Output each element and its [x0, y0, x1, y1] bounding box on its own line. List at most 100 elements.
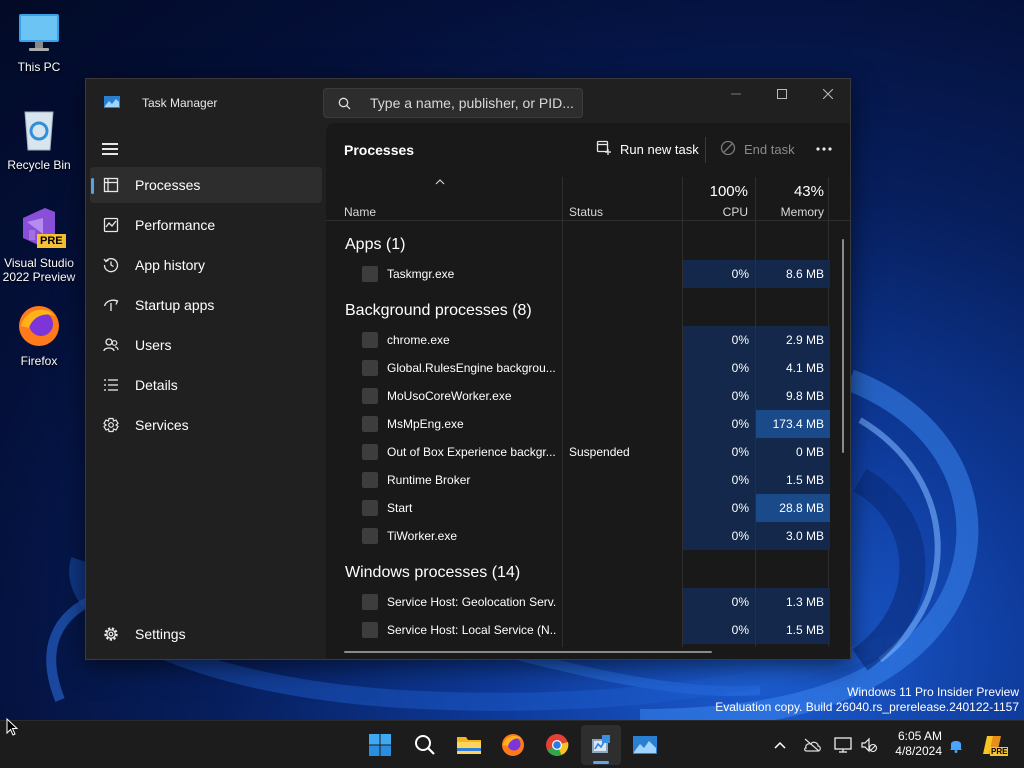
- sidebar-item-details[interactable]: Details: [90, 367, 322, 403]
- table-row[interactable]: Service Host: Local Service (N... 0% 1.5…: [326, 616, 830, 644]
- maximize-icon: [777, 89, 787, 99]
- cpu-cell: 0%: [683, 522, 755, 550]
- process-icon: [362, 500, 378, 516]
- start-button[interactable]: [360, 725, 400, 765]
- memory-value: 2.9 MB: [785, 333, 824, 347]
- column-header-cpu[interactable]: CPU: [723, 205, 748, 219]
- hamburger-menu-icon[interactable]: [102, 143, 118, 155]
- show-hidden-icons-button[interactable]: [770, 721, 790, 768]
- remote-desktop-taskbar-button[interactable]: [625, 725, 665, 765]
- memory-value: 4.1 MB: [785, 361, 824, 375]
- sidebar-item-settings[interactable]: Settings: [90, 616, 322, 652]
- group-title-windows[interactable]: Windows processes (14): [345, 564, 520, 582]
- group-title-background[interactable]: Background processes (8): [345, 302, 532, 320]
- search-input[interactable]: [370, 94, 575, 112]
- table-row[interactable]: Out of Box Experience backgr... Suspende…: [326, 438, 830, 466]
- group-title-apps[interactable]: Apps (1): [345, 236, 405, 254]
- pre-badge: PRE: [990, 747, 1009, 756]
- taskbar-clock[interactable]: 6:05 AM 4/8/2024: [886, 729, 942, 759]
- sidebar-item-processes[interactable]: Processes: [90, 167, 322, 203]
- minimize-icon: [731, 93, 741, 95]
- task-manager-window: Task Manager Processes Performance App h…: [85, 78, 851, 660]
- sidebar-item-label: Users: [135, 337, 172, 353]
- watermark-line1: Windows 11 Pro Insider Preview: [847, 685, 1019, 699]
- volume-muted-icon: [861, 737, 878, 753]
- table-row[interactable]: Global.RulesEngine backgrou... 0% 4.1 MB: [326, 354, 830, 382]
- table-row[interactable]: Start 0% 28.8 MB: [326, 494, 830, 522]
- run-new-task-button[interactable]: Run new task: [596, 137, 699, 161]
- cloud-offline-icon: [804, 738, 821, 752]
- desktop-icon-visual-studio[interactable]: PRE Visual Studio 2022 Preview: [0, 204, 78, 284]
- search-box[interactable]: [323, 88, 583, 118]
- close-icon: [823, 89, 833, 99]
- table-row[interactable]: MoUsoCoreWorker.exe 0% 9.8 MB: [326, 382, 830, 410]
- remote-desktop-icon: [633, 736, 657, 754]
- cpu-value: 0%: [731, 333, 749, 347]
- table-row[interactable]: Runtime Broker 0% 1.5 MB: [326, 466, 830, 494]
- network-tray-button[interactable]: [832, 721, 854, 768]
- search-icon: [338, 97, 351, 110]
- desktop-icon-this-pc[interactable]: This PC: [0, 8, 78, 74]
- services-icon: [103, 417, 119, 433]
- memory-value: 9.8 MB: [785, 389, 824, 403]
- minimize-button[interactable]: [713, 79, 759, 109]
- sidebar-item-users[interactable]: Users: [90, 327, 322, 363]
- taskbar: 6:05 AM 4/8/2024 PRE: [0, 720, 1024, 768]
- cpu-value: 0%: [731, 267, 749, 281]
- maximize-button[interactable]: [759, 79, 805, 109]
- cpu-cell: 0%: [683, 616, 755, 644]
- processes-panel: Processes Run new task End task Name Sta…: [326, 123, 850, 659]
- table-row[interactable]: chrome.exe 0% 2.9 MB: [326, 326, 830, 354]
- process-name: chrome.exe: [387, 333, 450, 347]
- notifications-button[interactable]: [946, 721, 966, 768]
- end-task-icon: [720, 140, 736, 156]
- process-name: MsMpEng.exe: [387, 417, 464, 431]
- more-options-icon[interactable]: [810, 141, 838, 157]
- cpu-cell: 0%: [683, 494, 755, 522]
- desktop-icon-firefox[interactable]: Firefox: [0, 302, 78, 368]
- memory-value: 173.4 MB: [772, 417, 824, 431]
- memory-cell: 0 MB: [756, 438, 830, 466]
- chrome-taskbar-button[interactable]: [537, 725, 577, 765]
- desktop-icon-label: This PC: [17, 60, 61, 74]
- cpu-cell: 0%: [683, 410, 755, 438]
- column-header-status[interactable]: Status: [569, 205, 603, 219]
- taskbar-search-button[interactable]: [405, 725, 445, 765]
- column-header-name[interactable]: Name: [344, 205, 376, 219]
- horizontal-scrollbar[interactable]: [344, 651, 712, 653]
- table-row[interactable]: MsMpEng.exe 0% 173.4 MB: [326, 410, 830, 438]
- sidebar-item-services[interactable]: Services: [90, 407, 322, 443]
- sidebar-item-label: Services: [135, 417, 189, 433]
- process-icon: [362, 416, 378, 432]
- task-manager-taskbar-button[interactable]: [581, 725, 621, 765]
- close-button[interactable]: [805, 79, 850, 109]
- desktop-icon-recycle-bin[interactable]: Recycle Bin: [0, 106, 78, 172]
- end-task-button[interactable]: End task: [720, 137, 800, 161]
- cpu-value: 0%: [731, 595, 749, 609]
- visual-studio-icon: PRE: [15, 204, 66, 252]
- sidebar-item-app-history[interactable]: App history: [90, 247, 322, 283]
- copilot-pre-button[interactable]: PRE: [978, 721, 1009, 768]
- sidebar-item-startup-apps[interactable]: Startup apps: [90, 287, 322, 323]
- details-icon: [104, 379, 118, 391]
- sidebar-item-performance[interactable]: Performance: [90, 207, 322, 243]
- clock-time: 6:05 AM: [897, 729, 942, 743]
- memory-cell: 1.5 MB: [756, 616, 830, 644]
- onedrive-tray-button[interactable]: [800, 721, 824, 768]
- table-row[interactable]: Service Host: Geolocation Serv... 0% 1.3…: [326, 588, 830, 616]
- memory-value: 8.6 MB: [785, 267, 824, 281]
- process-icon: [362, 622, 378, 638]
- file-explorer-button[interactable]: [449, 725, 489, 765]
- sidebar-item-label: App history: [135, 257, 206, 273]
- table-row[interactable]: TiWorker.exe 0% 3.0 MB: [326, 522, 830, 550]
- process-name: Service Host: Local Service (N...: [387, 623, 557, 637]
- vertical-scrollbar[interactable]: [842, 239, 844, 453]
- process-icon: [362, 594, 378, 610]
- title-bar[interactable]: Task Manager: [86, 79, 850, 125]
- startup-icon: [103, 299, 119, 311]
- volume-tray-button[interactable]: [858, 721, 880, 768]
- cpu-cell: 0%: [683, 382, 755, 410]
- firefox-taskbar-button[interactable]: [493, 725, 533, 765]
- table-row[interactable]: Taskmgr.exe 0% 8.6 MB: [326, 260, 830, 288]
- column-header-memory[interactable]: Memory: [781, 205, 824, 219]
